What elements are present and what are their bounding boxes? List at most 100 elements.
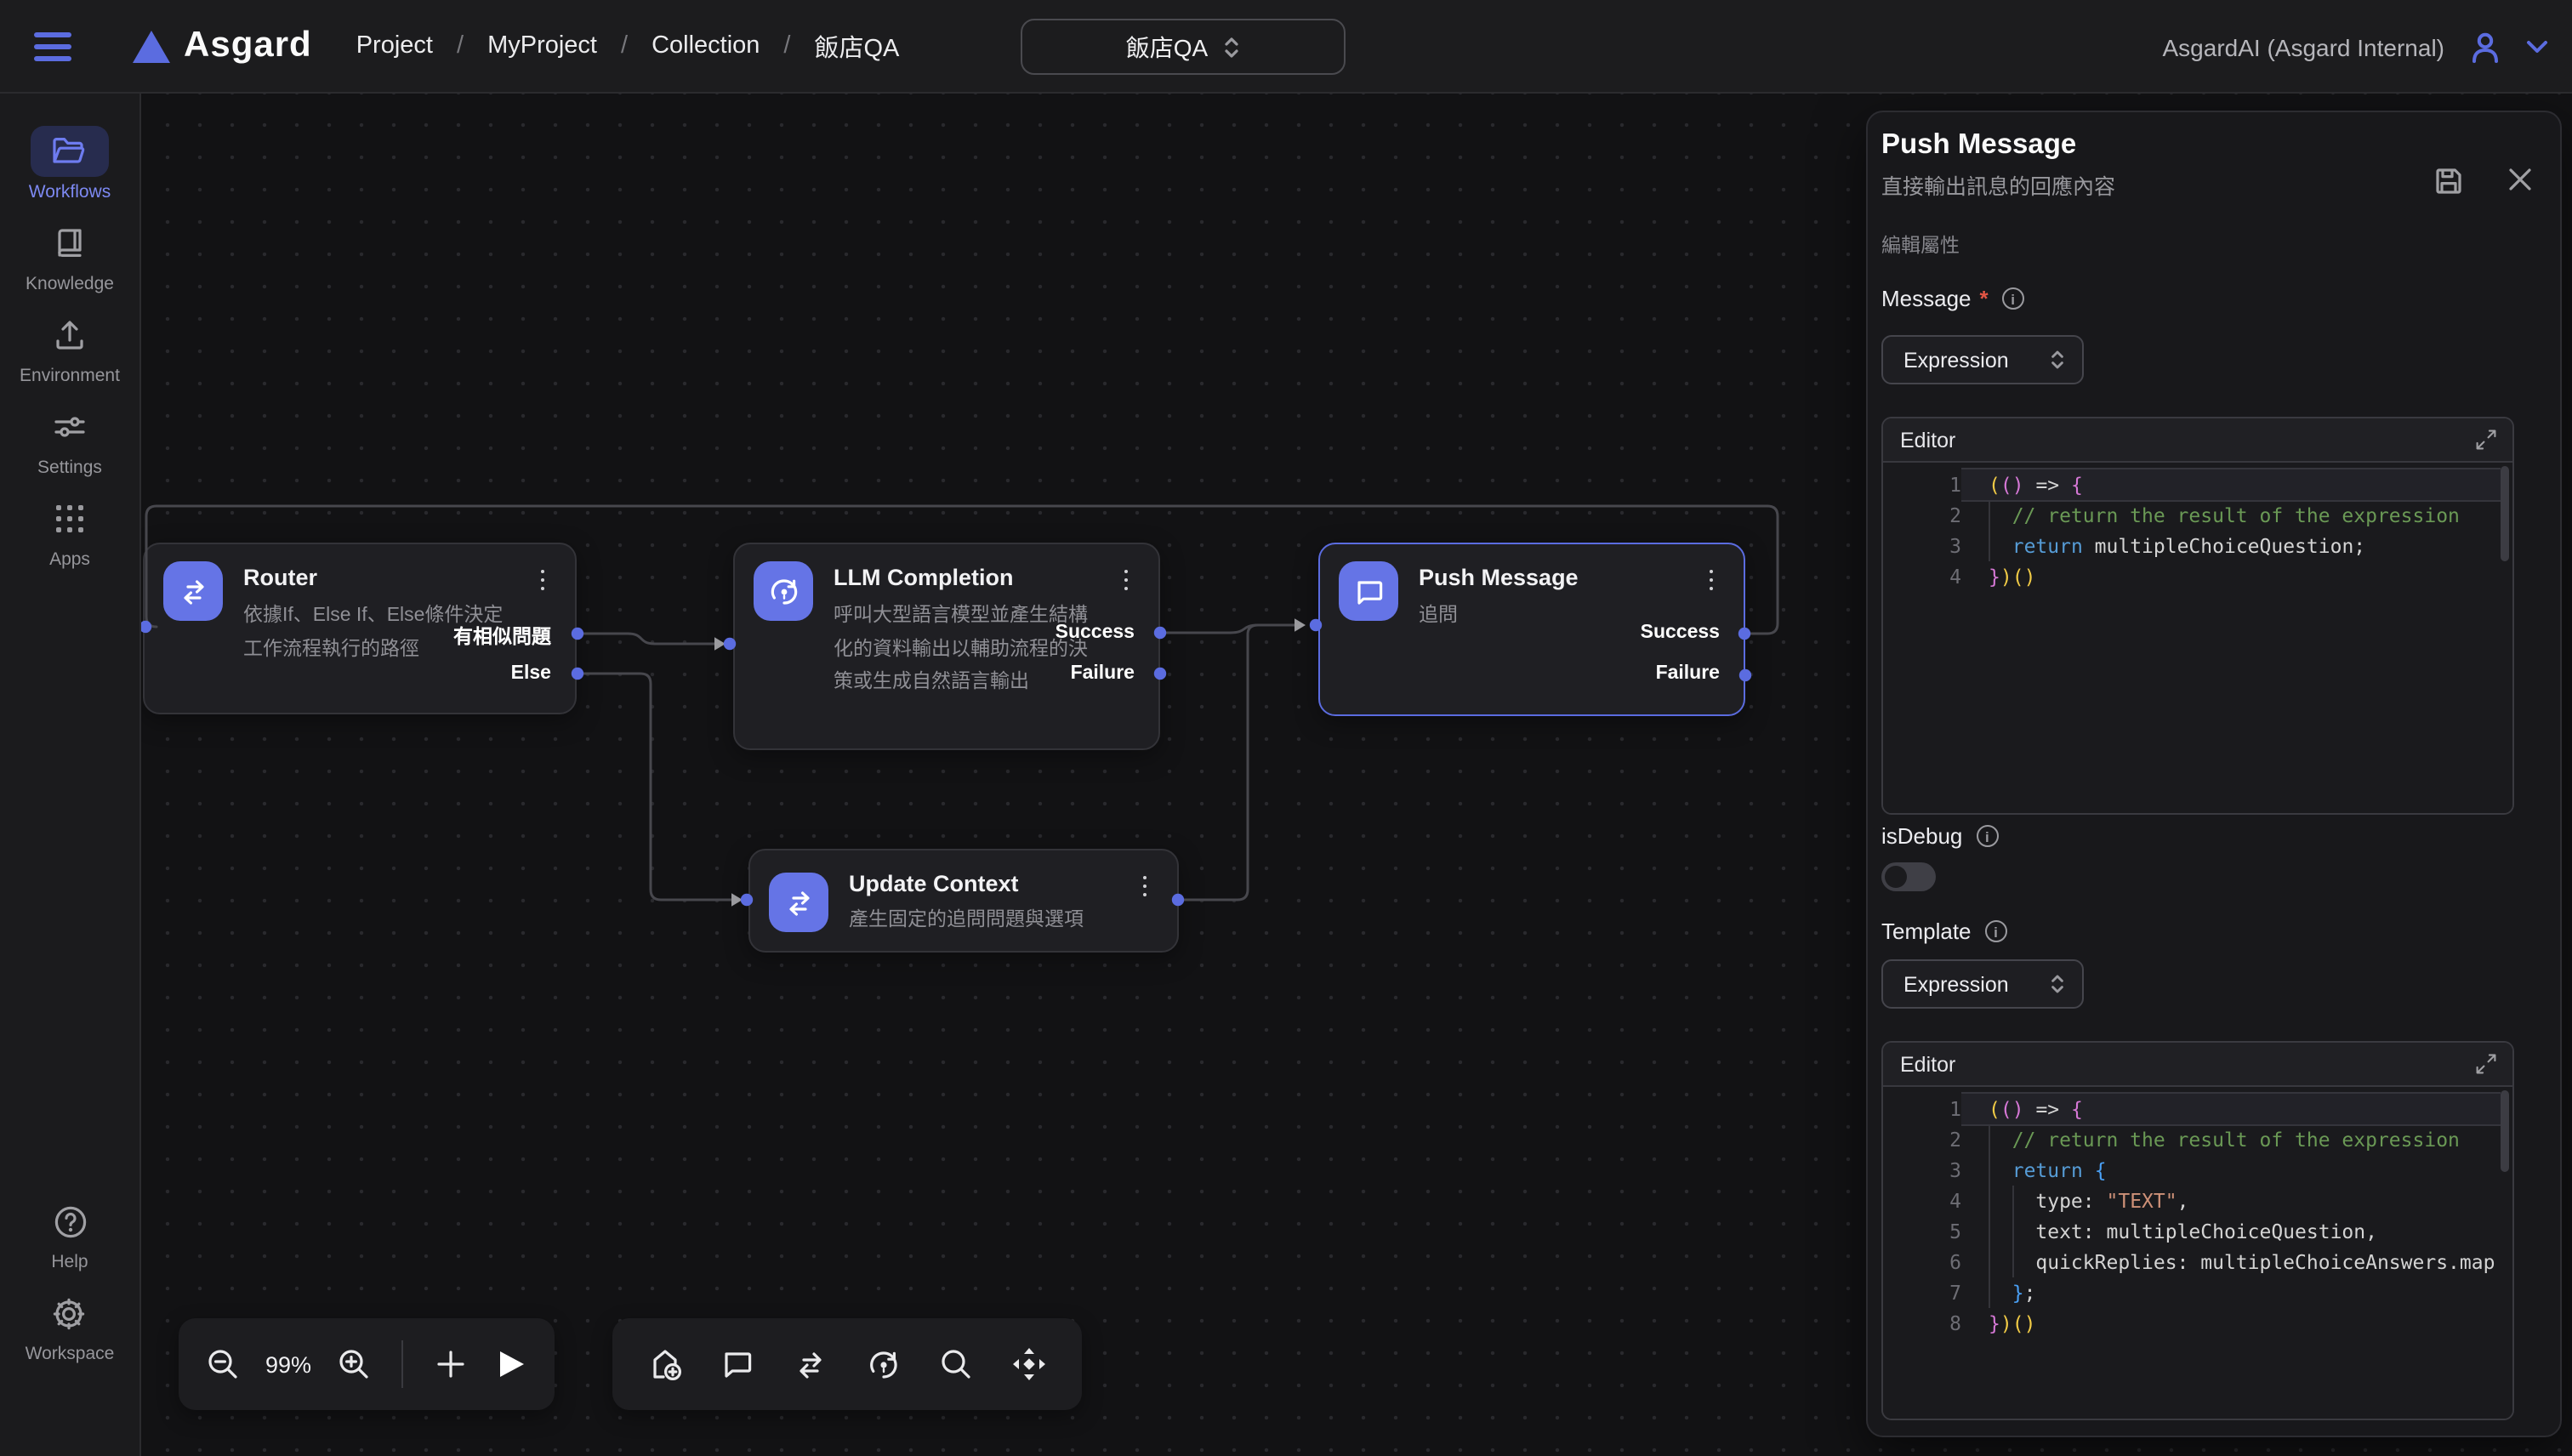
node-push-message[interactable]: Push Message 追問 Success Failure	[1318, 543, 1745, 716]
output-port-label[interactable]: Success	[1641, 623, 1720, 643]
code-line[interactable]: 6 quickReplies: multipleChoiceAnswers.ma…	[1883, 1247, 2512, 1277]
required-asterisk: *	[1980, 286, 1989, 311]
sidebar-item-workspace[interactable]: Workspace	[26, 1288, 115, 1364]
save-icon[interactable]	[2434, 167, 2463, 196]
top-bar: Asgard Project / MyProject / Collection …	[0, 0, 2572, 94]
template-type-select[interactable]: Expression	[1881, 959, 2084, 1009]
output-port-label[interactable]: 有相似問題	[453, 623, 551, 650]
editor-title: Editor	[1900, 1052, 1955, 1076]
user-icon	[2467, 28, 2504, 65]
sidebar-item-environment[interactable]: Environment	[20, 310, 120, 386]
output-port-label[interactable]: Else	[511, 663, 551, 684]
code-line[interactable]: 8})()	[1883, 1308, 2512, 1339]
message-code-editor[interactable]: Editor 1(() => {2 // return the result o…	[1881, 417, 2514, 815]
properties-panel: Push Message 直接輸出訊息的回應內容 編輯屬性 Message * …	[1866, 111, 2562, 1437]
chat-bubble-icon	[1339, 561, 1398, 621]
template-field-label: Template i	[1881, 919, 2514, 944]
chat-bubble-icon[interactable]	[716, 1342, 760, 1386]
node-toolbar	[612, 1318, 1082, 1410]
sidebar-item-workflows[interactable]: Workflows	[29, 126, 111, 202]
node-llm-completion[interactable]: LLM Completion 呼叫大型語言模型並產生結構化的資料輸出以輔助流程的…	[733, 543, 1160, 750]
move-icon[interactable]	[1006, 1342, 1050, 1386]
template-code-editor[interactable]: Editor 1(() => {2 // return the result o…	[1881, 1041, 2514, 1420]
sidebar-item-label: Knowledge	[26, 274, 114, 294]
node-title: Push Message	[1419, 565, 1579, 590]
code-line[interactable]: 4 type: "TEXT",	[1883, 1186, 2512, 1216]
code-line[interactable]: 2 // return the result of the expression	[1883, 500, 2512, 531]
info-icon[interactable]: i	[1985, 920, 2007, 942]
expand-icon[interactable]	[2475, 429, 2497, 451]
output-port-label[interactable]: Failure	[1656, 663, 1720, 684]
code-line[interactable]: 2 // return the result of the expression	[1883, 1124, 2512, 1155]
code-line[interactable]: 3 return multipleChoiceQuestion;	[1883, 531, 2512, 561]
logo: Asgard	[133, 26, 312, 66]
sidebar-item-apps[interactable]: Apps	[31, 493, 109, 570]
run-icon[interactable]	[489, 1342, 532, 1386]
section-label: 編輯屬性	[1881, 231, 2514, 259]
zoom-toolbar: 99%	[179, 1318, 555, 1410]
account-label: AsgardAI (Asgard Internal)	[2163, 33, 2445, 60]
node-menu-icon[interactable]	[1133, 871, 1157, 901]
breadcrumb-item-current[interactable]: 飯店QA	[814, 28, 899, 64]
code-area[interactable]: 1(() => {2 // return the result of the e…	[1883, 1087, 2512, 1419]
search-icon[interactable]	[934, 1342, 978, 1386]
node-menu-icon[interactable]	[1114, 565, 1138, 595]
node-title: Update Context	[849, 871, 1019, 896]
output-port-label[interactable]: Success	[1056, 623, 1135, 643]
workflow-selector[interactable]: 飯店QA	[1021, 19, 1346, 75]
info-icon[interactable]: i	[2002, 287, 2024, 310]
chevron-updown-icon	[1223, 35, 1240, 59]
panel-subtitle: 直接輸出訊息的回應內容	[1881, 168, 2514, 201]
info-icon[interactable]: i	[1976, 825, 1998, 847]
code-line[interactable]: 7 };	[1883, 1277, 2512, 1308]
swap-arrows-icon[interactable]	[788, 1342, 833, 1386]
add-home-icon[interactable]	[644, 1342, 688, 1386]
chevron-updown-icon	[2050, 349, 2065, 371]
zoom-level[interactable]: 99%	[261, 1351, 316, 1377]
zoom-in-icon[interactable]	[333, 1342, 376, 1386]
sidebar-item-settings[interactable]: Settings	[31, 401, 109, 478]
llm-refresh-icon[interactable]	[862, 1342, 906, 1386]
output-port-label[interactable]: Failure	[1071, 663, 1135, 684]
book-icon	[31, 218, 109, 269]
account-menu[interactable]: AsgardAI (Asgard Internal)	[2163, 0, 2549, 94]
wire-else-to-updatecontext	[578, 674, 731, 900]
add-icon[interactable]	[429, 1342, 472, 1386]
wire-updatecontext-to-push	[1178, 625, 1295, 900]
code-line[interactable]: 3 return {	[1883, 1155, 2512, 1186]
node-update-context[interactable]: Update Context 產生固定的追問問題與選項	[748, 849, 1179, 953]
sidebar-item-label: Settings	[37, 458, 102, 478]
expand-icon[interactable]	[2475, 1053, 2497, 1075]
code-line[interactable]: 1(() => {	[1883, 1094, 2512, 1124]
sidebar-item-label: Help	[51, 1252, 88, 1272]
node-menu-icon[interactable]	[531, 565, 555, 595]
toolbar-divider	[401, 1340, 403, 1388]
breadcrumb-item-myproject[interactable]: MyProject	[487, 32, 597, 60]
logo-text: Asgard	[184, 26, 312, 66]
breadcrumb-item-project[interactable]: Project	[356, 32, 433, 60]
node-description: 呼叫大型語言模型並產生結構化的資料輸出以輔助流程的決策或生成自然語言輸出	[834, 600, 1095, 700]
zoom-out-icon[interactable]	[201, 1342, 244, 1386]
sidebar-item-help[interactable]: Help	[31, 1196, 109, 1272]
code-line[interactable]: 5 text: multipleChoiceQuestion,	[1883, 1216, 2512, 1247]
wire-llm-to-push	[1160, 625, 1295, 633]
isdebug-toggle[interactable]	[1881, 862, 1936, 891]
code-area[interactable]: 1(() => {2 // return the result of the e…	[1883, 463, 2512, 813]
code-line[interactable]: 4})()	[1883, 561, 2512, 592]
swap-arrows-icon	[769, 873, 828, 932]
panel-title: Push Message	[1881, 129, 2514, 162]
grid-icon	[31, 493, 109, 544]
isdebug-field-label: isDebug i	[1881, 823, 2514, 849]
sidebar-item-knowledge[interactable]: Knowledge	[26, 218, 114, 294]
editor-title: Editor	[1900, 428, 1955, 452]
code-line[interactable]: 1(() => {	[1883, 469, 2512, 500]
node-router[interactable]: Router 依據If、Else If、Else條件決定工作流程執行的路徑 有相…	[143, 543, 577, 714]
node-title: LLM Completion	[834, 565, 1013, 590]
breadcrumb-item-collection[interactable]: Collection	[652, 32, 760, 60]
node-menu-icon[interactable]	[1699, 565, 1723, 595]
hamburger-icon[interactable]	[34, 29, 75, 63]
upload-icon	[31, 310, 109, 361]
close-icon[interactable]	[2507, 167, 2533, 196]
sliders-icon	[31, 401, 109, 452]
message-type-select[interactable]: Expression	[1881, 335, 2084, 384]
